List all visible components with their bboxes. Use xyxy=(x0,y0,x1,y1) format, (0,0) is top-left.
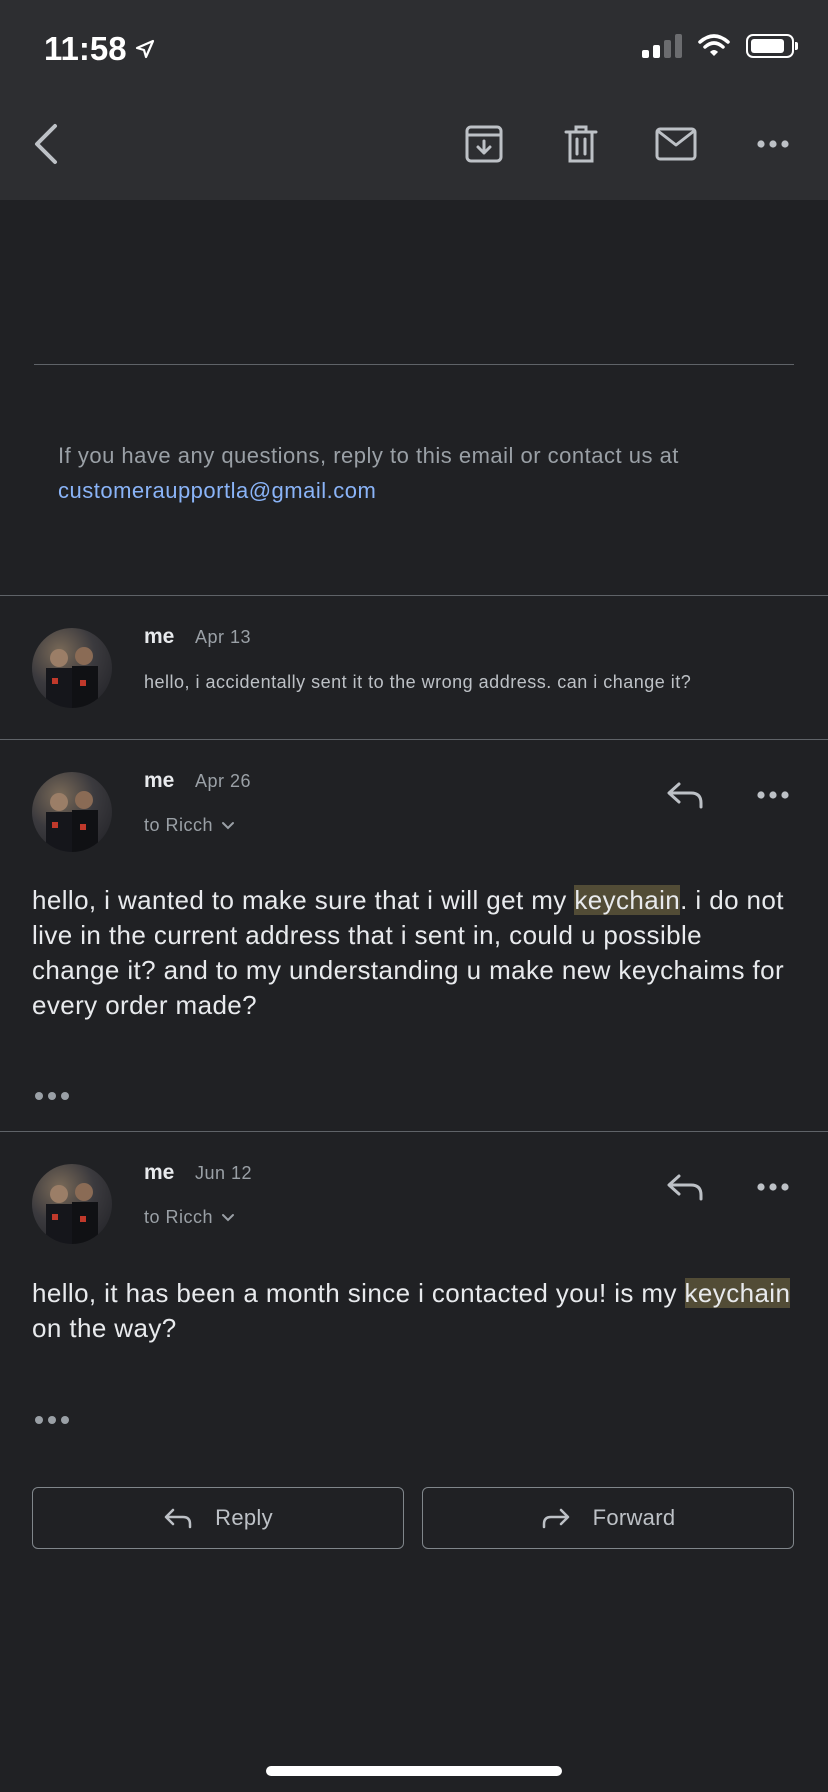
message-snippet: hello, i accidentally sent it to the wro… xyxy=(144,672,692,692)
reply-message-button[interactable] xyxy=(660,1165,710,1209)
show-trimmed-content-button[interactable] xyxy=(34,1082,70,1108)
reply-message-button[interactable] xyxy=(660,773,710,817)
footer-note-text: If you have any questions, reply to this… xyxy=(58,443,679,468)
avatar xyxy=(32,1164,112,1244)
chevron-left-icon xyxy=(35,124,57,164)
message-date: Jun 12 xyxy=(195,1163,253,1183)
show-trimmed-content-button[interactable] xyxy=(34,1406,70,1432)
more-horizontal-icon xyxy=(35,1092,69,1100)
battery-icon xyxy=(746,34,798,58)
sender-name: me xyxy=(144,769,175,792)
chevron-down-icon xyxy=(222,1213,235,1221)
message-more-button[interactable] xyxy=(748,1165,798,1209)
location-arrow-icon xyxy=(135,39,154,59)
back-button[interactable] xyxy=(20,118,72,170)
message-date: Apr 26 xyxy=(195,771,252,791)
sender-name: me xyxy=(144,1161,175,1184)
recipient-details-toggle[interactable]: to Ricch xyxy=(144,815,235,836)
more-horizontal-icon xyxy=(757,1183,789,1191)
avatar xyxy=(32,772,112,852)
forward-label: Forward xyxy=(592,1505,676,1530)
more-horizontal-icon xyxy=(757,140,789,148)
mail-icon xyxy=(655,127,697,161)
message-divider xyxy=(0,1131,828,1132)
reply-icon xyxy=(667,1174,703,1201)
avatar-photo xyxy=(46,1183,98,1244)
body-text: on the way? xyxy=(32,1313,177,1343)
more-horizontal-icon xyxy=(35,1416,69,1424)
home-indicator[interactable] xyxy=(266,1766,562,1776)
cellular-signal-icon xyxy=(642,34,682,58)
email-footer-note: If you have any questions, reply to this… xyxy=(58,438,778,508)
archive-button[interactable] xyxy=(458,118,510,170)
status-time: 11:58 xyxy=(44,30,157,68)
delete-button[interactable] xyxy=(555,118,607,170)
message-body: hello, it has been a month since i conta… xyxy=(32,1276,796,1346)
archive-icon xyxy=(465,125,503,163)
forward-icon xyxy=(542,1508,569,1529)
wifi-icon xyxy=(698,34,730,56)
search-highlight: keychain xyxy=(574,885,681,915)
top-app-bar: 11:58 xyxy=(0,0,828,200)
avatar xyxy=(32,628,112,708)
status-clock: 11:58 xyxy=(44,30,127,67)
avatar-photo xyxy=(46,791,98,852)
forward-button[interactable]: Forward xyxy=(422,1487,794,1549)
sender-name: me xyxy=(144,625,175,648)
body-text: hello, it has been a month since i conta… xyxy=(32,1278,685,1308)
search-highlight: keychain xyxy=(684,1278,791,1308)
status-indicators xyxy=(642,34,798,58)
recipient-label: to Ricch xyxy=(144,1207,214,1227)
recipient-label: to Ricch xyxy=(144,815,214,835)
email-footer-divider xyxy=(34,364,794,365)
avatar-photo xyxy=(46,647,98,708)
recipient-details-toggle[interactable]: to Ricch xyxy=(144,1207,235,1228)
reply-button[interactable]: Reply xyxy=(32,1487,404,1549)
reply-label: Reply xyxy=(215,1505,273,1530)
reply-icon xyxy=(164,1508,192,1529)
message-divider xyxy=(0,739,828,740)
message-divider xyxy=(0,595,828,596)
more-horizontal-icon xyxy=(757,791,789,799)
trash-icon xyxy=(564,125,598,163)
message-date: Apr 13 xyxy=(195,627,252,647)
body-text: hello, i wanted to make sure that i will… xyxy=(32,885,575,915)
support-email-link[interactable]: customeraupportla@gmail.com xyxy=(58,473,778,508)
mark-unread-button[interactable] xyxy=(650,118,702,170)
chevron-down-icon xyxy=(222,821,235,829)
message-more-button[interactable] xyxy=(748,773,798,817)
reply-icon xyxy=(667,782,703,809)
message-body: hello, i wanted to make sure that i will… xyxy=(32,883,796,1023)
more-options-button[interactable] xyxy=(747,118,799,170)
